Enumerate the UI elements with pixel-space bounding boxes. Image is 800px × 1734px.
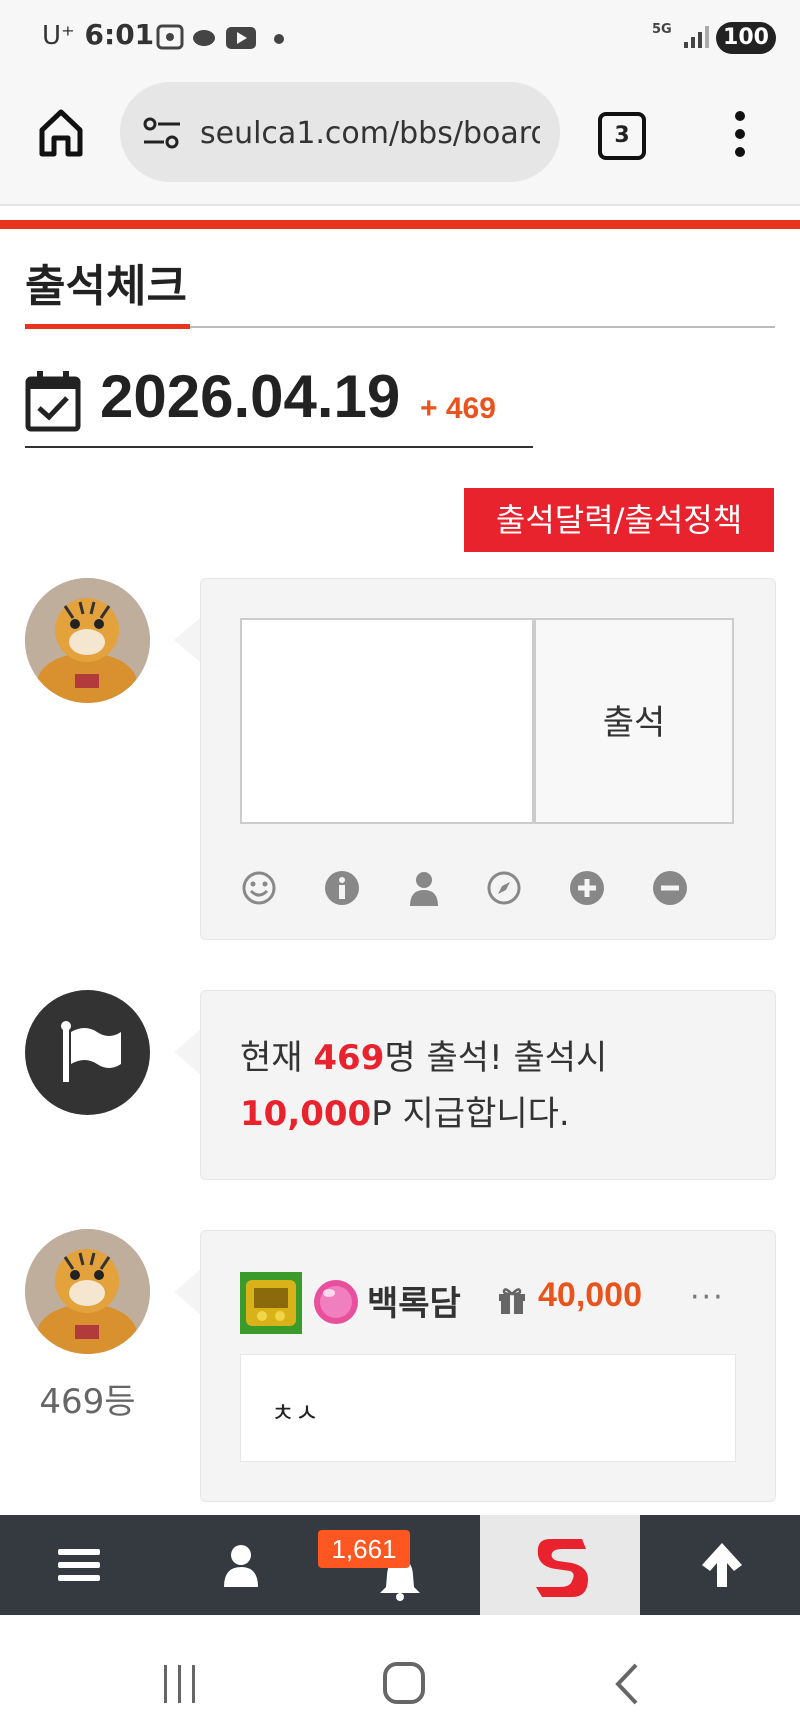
date-divider bbox=[25, 446, 533, 448]
user-points: 40,000 bbox=[538, 1276, 642, 1314]
tiger-avatar-image bbox=[25, 1229, 150, 1354]
bubble-tail bbox=[174, 1270, 200, 1314]
more-options-button[interactable]: ··· bbox=[690, 1280, 725, 1315]
tab-switcher-button[interactable]: 3 bbox=[598, 112, 646, 160]
more-vert-icon[interactable] bbox=[732, 110, 748, 158]
attendance-date: 2026.04.19 bbox=[100, 363, 401, 430]
notification-icons bbox=[156, 24, 256, 50]
attendance-comment-input[interactable] bbox=[240, 618, 534, 824]
page-title: 출석체크 bbox=[25, 261, 187, 312]
bubble-tail bbox=[174, 1030, 200, 1074]
address-bar[interactable]: seulca1.com/bbs/board. bbox=[120, 82, 560, 182]
attendance-notice: 현재 469명 출석! 출석시 10,000P 지급합니다. bbox=[240, 1038, 608, 1134]
home-icon[interactable] bbox=[38, 108, 84, 158]
gift-icon bbox=[499, 1288, 525, 1314]
attendance-count-plus: + 469 bbox=[420, 392, 496, 425]
plus-circle-icon[interactable] bbox=[569, 870, 605, 906]
recent-apps-icon[interactable] bbox=[160, 1663, 200, 1705]
flag-icon bbox=[61, 1021, 121, 1082]
home-nav-icon[interactable] bbox=[382, 1661, 426, 1705]
system-nav-bar bbox=[0, 1615, 800, 1734]
header-accent-line bbox=[0, 220, 800, 229]
calendar-check-icon bbox=[25, 371, 81, 432]
attend-submit-button[interactable]: 출석 bbox=[534, 618, 734, 824]
user-icon[interactable] bbox=[406, 870, 442, 906]
site-logo-button[interactable] bbox=[480, 1515, 640, 1615]
attendance-count: 469 bbox=[313, 1038, 385, 1078]
site-logo bbox=[536, 1539, 588, 1597]
dot-icon bbox=[274, 34, 284, 44]
reward-points: 10,000 bbox=[240, 1094, 372, 1134]
flag-avatar bbox=[25, 990, 150, 1115]
status-bar: U⁺ 6:01 5G 100 bbox=[0, 0, 800, 78]
tiger-avatar-image bbox=[25, 578, 150, 703]
avatar bbox=[25, 1229, 150, 1354]
pink-orb-icon bbox=[314, 1280, 358, 1324]
avatar bbox=[25, 578, 150, 703]
info-icon[interactable] bbox=[324, 870, 360, 906]
level-badge-icon bbox=[240, 1272, 302, 1334]
menu-icon[interactable] bbox=[58, 1547, 100, 1583]
username[interactable]: 백록담 bbox=[367, 1276, 461, 1325]
network-label: 5G bbox=[652, 22, 672, 37]
back-icon[interactable] bbox=[612, 1661, 642, 1707]
title-accent bbox=[25, 324, 190, 329]
comment-text: ㅊㅅ bbox=[271, 1399, 319, 1429]
browser-toolbar: seulca1.com/bbs/board. 3 bbox=[0, 78, 800, 206]
attendance-rank: 469등 bbox=[39, 1382, 136, 1422]
signal-icon bbox=[684, 26, 709, 48]
minus-circle-icon[interactable] bbox=[652, 870, 688, 906]
calendar-policy-button[interactable]: 출석달력/출석정책 bbox=[464, 488, 774, 552]
site-settings-icon[interactable] bbox=[142, 116, 182, 150]
notification-badge: 1,661 bbox=[318, 1530, 410, 1568]
user-icon[interactable] bbox=[222, 1543, 260, 1587]
clock: 6:01 bbox=[84, 18, 155, 51]
comment-box: ㅊㅅ bbox=[240, 1354, 736, 1462]
carrier-label: U⁺ bbox=[42, 21, 75, 51]
arrow-up-icon[interactable] bbox=[700, 1541, 744, 1589]
battery-indicator: 100 bbox=[716, 22, 776, 54]
compass-icon[interactable] bbox=[486, 870, 522, 906]
smile-icon[interactable] bbox=[241, 870, 277, 906]
bubble-tail bbox=[174, 618, 200, 662]
url-text[interactable]: seulca1.com/bbs/board. bbox=[200, 116, 540, 151]
